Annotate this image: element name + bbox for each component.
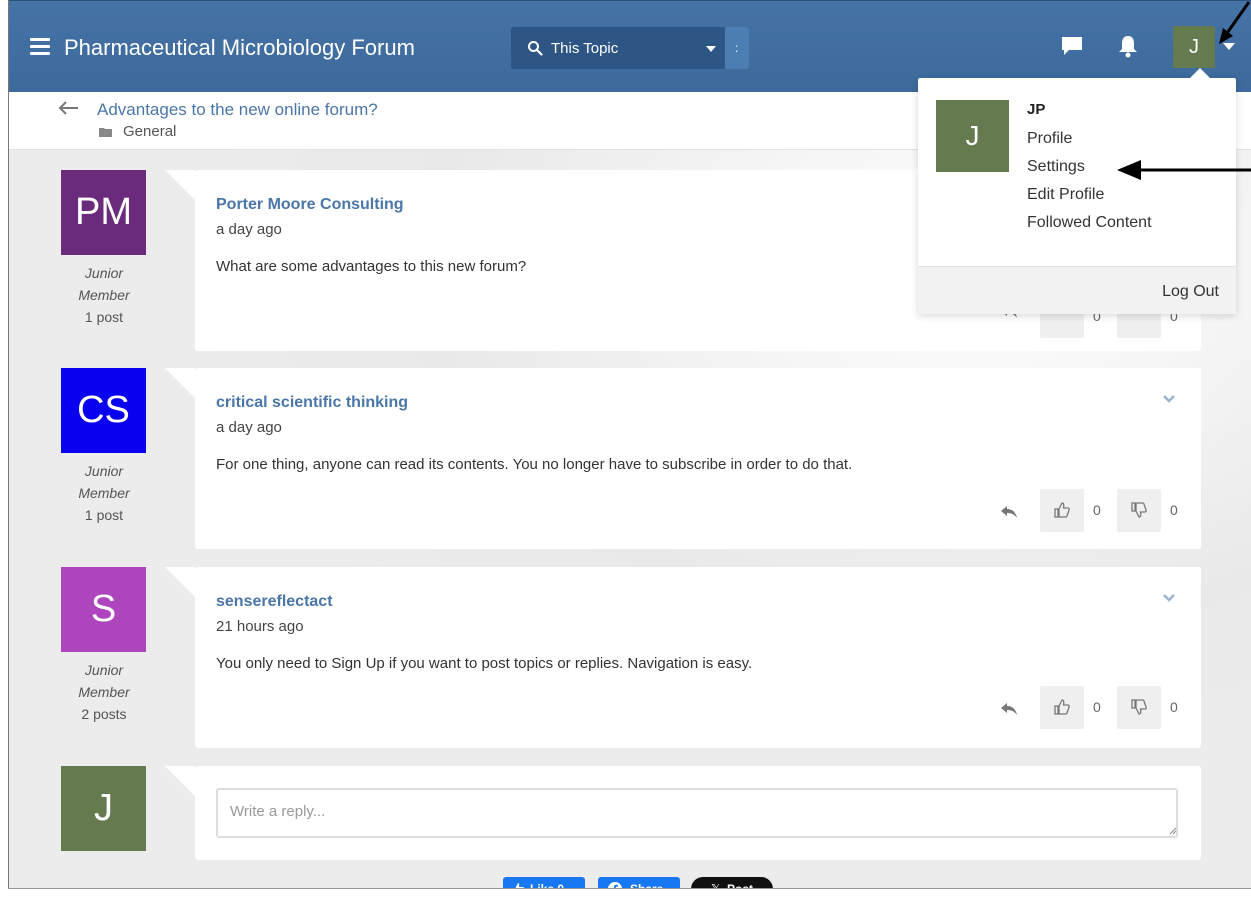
avatar[interactable]: J [61, 766, 146, 851]
post-card: sensereflectact 21 hours ago You only ne… [165, 567, 1201, 748]
search-scope-selector[interactable]: This Topic : [511, 27, 749, 69]
thumbs-up-icon [1054, 502, 1070, 518]
post-body: You only need to Sign Up if you want to … [216, 655, 753, 672]
upvote-count: 0 [1093, 502, 1101, 518]
frame-border [8, 0, 9, 889]
post-time[interactable]: 21 hours ago [216, 618, 304, 635]
site-title[interactable]: Pharmaceutical Microbiology Forum [64, 35, 415, 61]
upvote-button[interactable] [1040, 489, 1084, 532]
menu-item-settings[interactable]: Settings [1027, 158, 1085, 176]
chat-icon[interactable] [1060, 35, 1084, 57]
reply-icon[interactable] [1000, 702, 1018, 716]
avatar[interactable]: PM [61, 170, 146, 255]
downvote-count: 0 [1170, 699, 1178, 715]
post-author[interactable]: Porter Moore Consulting [216, 196, 404, 214]
thumbs-up-icon [1054, 699, 1070, 715]
avatar[interactable]: S [61, 567, 146, 652]
resize-grip-icon[interactable] [1169, 827, 1177, 835]
post-body: What are some advantages to this new for… [216, 258, 527, 275]
search-icon [528, 41, 543, 56]
thumbs-down-icon [1131, 502, 1147, 518]
downvote-button[interactable] [1117, 686, 1161, 729]
user-rank: Member [78, 684, 130, 700]
post-card: critical scientific thinking a day ago F… [165, 368, 1201, 549]
reply-icon[interactable] [1000, 505, 1018, 519]
user-menu-dropdown: J JP Profile Settings Edit Profile Follo… [918, 68, 1236, 314]
user-rank: Junior [84, 265, 124, 281]
user-rank: Member [78, 287, 130, 303]
user-menu-footer: Log Out [918, 266, 1236, 314]
chevron-down-icon[interactable] [1163, 394, 1175, 404]
user-avatar-button[interactable]: J [1173, 26, 1215, 68]
downvote-button[interactable] [1117, 489, 1161, 532]
menu-icon[interactable] [30, 38, 50, 55]
folder-icon [99, 128, 112, 137]
user-meta: Junior Member 1 post [48, 262, 160, 329]
chevron-down-icon [706, 46, 716, 52]
post-author[interactable]: critical scientific thinking [216, 394, 408, 412]
post-count: 2 posts [81, 706, 127, 722]
post-author[interactable]: sensereflectact [216, 593, 333, 611]
logout-button[interactable]: Log Out [1162, 283, 1219, 301]
menu-item-profile[interactable]: Profile [1027, 130, 1072, 148]
annotation-arrow-icon [1219, 1, 1251, 44]
user-rank: Member [78, 485, 130, 501]
topic-category[interactable]: General [123, 123, 176, 140]
reply-composer: Write a reply... [165, 766, 1201, 860]
upvote-count: 0 [1093, 699, 1101, 715]
annotation-arrow-icon [1117, 160, 1251, 180]
post-time[interactable]: a day ago [216, 419, 282, 436]
user-rank: Junior [84, 662, 124, 678]
menu-item-edit-profile[interactable]: Edit Profile [1027, 186, 1104, 204]
reply-input[interactable]: Write a reply... [216, 788, 1178, 838]
post-body: For one thing, anyone can read its conte… [216, 456, 853, 473]
search-options-button[interactable]: : [725, 27, 749, 69]
frame-border [8, 888, 1251, 889]
chevron-down-icon[interactable] [1163, 593, 1175, 603]
downvote-count: 0 [1170, 502, 1178, 518]
avatar[interactable]: J [936, 100, 1009, 172]
bell-icon[interactable] [1117, 34, 1139, 58]
page-frame: Pharmaceutical Microbiology Forum This T… [8, 0, 1251, 889]
avatar[interactable]: CS [61, 368, 146, 453]
user-meta: Junior Member 1 post [48, 460, 160, 527]
topic-title[interactable]: Advantages to the new online forum? [97, 100, 378, 120]
user-menu-name: JP [1027, 101, 1046, 118]
user-rank: Junior [84, 463, 124, 479]
search-scope-label: This Topic [551, 40, 619, 57]
thumbs-down-icon [1131, 699, 1147, 715]
back-arrow-icon[interactable] [57, 100, 79, 116]
post-count: 1 post [84, 507, 124, 523]
post-time[interactable]: a day ago [216, 221, 282, 238]
user-meta: Junior Member 2 posts [48, 659, 160, 726]
upvote-button[interactable] [1040, 686, 1084, 729]
post-count: 1 post [84, 309, 124, 325]
menu-item-followed-content[interactable]: Followed Content [1027, 214, 1152, 232]
